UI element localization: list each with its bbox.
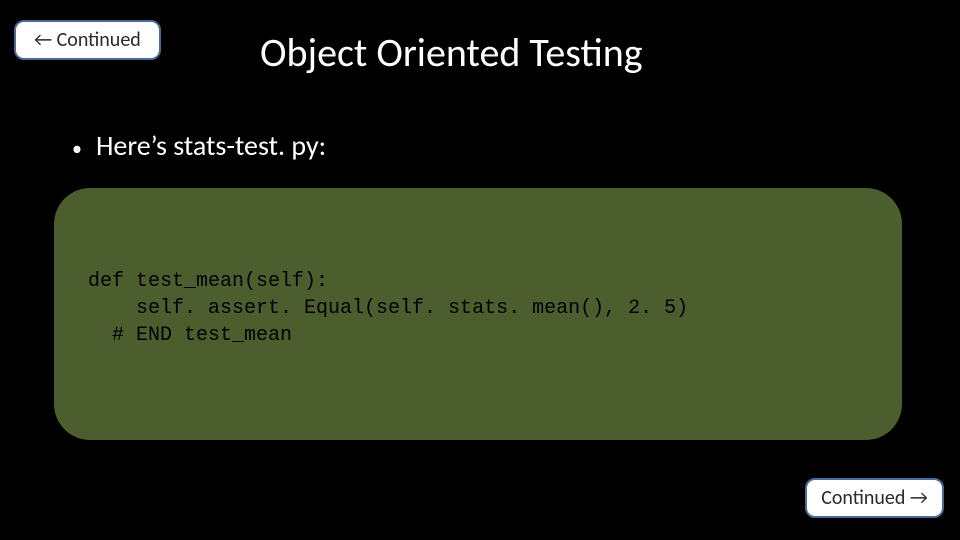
code-content: def test_mean(self): self. assert. Equal… xyxy=(88,268,868,349)
nav-forward-button[interactable]: Continued → xyxy=(805,478,944,518)
bullet-item: • Here’s stats-test. py: xyxy=(72,128,888,163)
code-block: def test_mean(self): self. assert. Equal… xyxy=(54,188,902,440)
slide-title: Object Oriented Testing xyxy=(260,28,643,77)
bullet-text: Here’s stats-test. py: xyxy=(96,128,326,163)
bullet-list: • Here’s stats-test. py: xyxy=(72,128,888,175)
bullet-dot-icon: • xyxy=(72,139,82,159)
nav-back-button[interactable]: ← Continued xyxy=(14,20,161,60)
